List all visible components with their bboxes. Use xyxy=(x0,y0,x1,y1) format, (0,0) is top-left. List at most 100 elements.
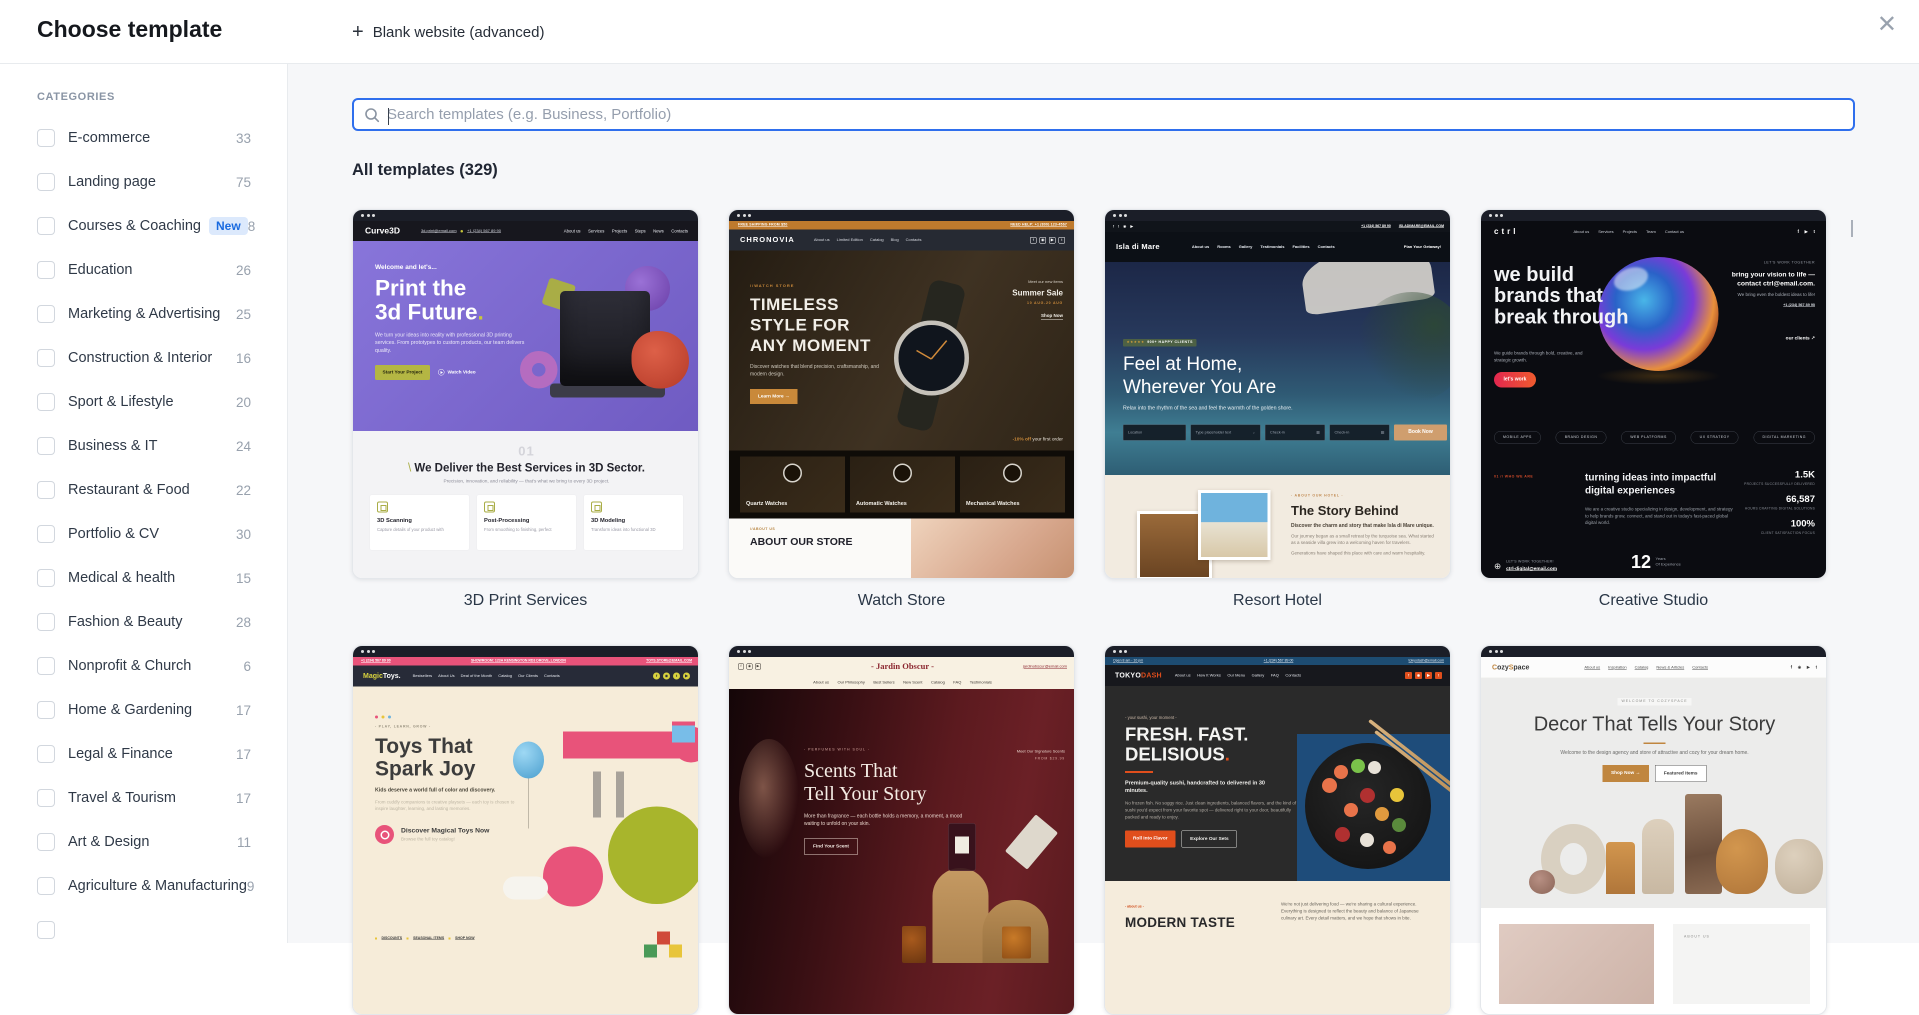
category-ecommerce[interactable]: E-commerce 33 xyxy=(0,116,287,160)
checkbox[interactable] xyxy=(37,525,55,543)
category-art-design[interactable]: Art & Design 11 xyxy=(0,820,287,864)
vases-illustration xyxy=(1481,794,1826,908)
template-preview: +1 (234) 567 89 90 SHOWROOM: 123A KENSING… xyxy=(353,657,698,1014)
sushi-photo xyxy=(1297,718,1450,881)
template-thumbnail[interactable]: f ◉ ▶ - Jardin Obscur - jardinobscur@email… xyxy=(728,645,1075,1015)
template-card-decor-store[interactable]: CozySpace About us Inspiration Catalog News… xyxy=(1480,645,1827,1015)
portrait-illustration xyxy=(739,739,799,859)
template-thumbnail[interactable]: CozySpace About us Inspiration Catalog News… xyxy=(1480,645,1827,1015)
category-home-gardening[interactable]: Home & Gardening 17 xyxy=(0,688,287,732)
category-agriculture-manufacturing[interactable]: Agriculture & Manufacturing 9 xyxy=(0,864,287,908)
templates-panel: All templates (329) Curve3D 3d.print@ema… xyxy=(288,64,1919,1015)
category-medical-health[interactable]: Medical & health 15 xyxy=(0,556,287,600)
checkbox[interactable] xyxy=(37,129,55,147)
categories-heading: CATEGORIES xyxy=(37,91,115,103)
template-card-perfume-store[interactable]: f ◉ ▶ - Jardin Obscur - jardinobscur@email… xyxy=(728,645,1075,1015)
category-marketing-advertising[interactable]: Marketing & Advertising 25 xyxy=(0,292,287,336)
category-restaurant-food[interactable]: Restaurant & Food 22 xyxy=(0,468,287,512)
template-card-watch-store[interactable]: FREE SHIPPING FROM $50 NEED HELP: +1 (800… xyxy=(728,209,1075,645)
about-photo xyxy=(911,518,1074,578)
category-business-it[interactable]: Business & IT 24 xyxy=(0,424,287,468)
checkbox[interactable] xyxy=(37,877,55,895)
categories-list: E-commerce 33 Landing page 75 Courses & Co… xyxy=(0,116,287,952)
category-partial-row[interactable] xyxy=(0,908,287,952)
all-templates-heading: All templates (329) xyxy=(352,161,498,179)
checkbox[interactable] xyxy=(37,613,55,631)
browser-chrome xyxy=(1481,210,1826,221)
checkbox[interactable] xyxy=(37,745,55,763)
category-sport-lifestyle[interactable]: Sport & Lifestyle 20 xyxy=(0,380,287,424)
browser-chrome xyxy=(729,646,1074,657)
watch-illustration xyxy=(894,320,969,396)
checkbox[interactable] xyxy=(37,833,55,851)
category-education[interactable]: Education 26 xyxy=(0,248,287,292)
about-panel: ABOUT US xyxy=(1673,924,1810,1004)
category-landing-page[interactable]: Landing page 75 xyxy=(0,160,287,204)
page-title: Choose template xyxy=(37,16,223,42)
template-thumbnail[interactable]: +1 (234) 567 89 90 SHOWROOM: 123A KENSING… xyxy=(352,645,699,1015)
checkbox[interactable] xyxy=(37,569,55,587)
category-travel-tourism[interactable]: Travel & Tourism 17 xyxy=(0,776,287,820)
template-thumbnail[interactable]: ctrl About us Services Projects Team Contact… xyxy=(1480,209,1827,579)
template-preview: f t ◉ ▶ +1 (234) 567 89 90 ISLADIMARE@EMAIL.… xyxy=(1105,221,1450,578)
template-name: Resort Hotel xyxy=(1233,592,1322,609)
search-input[interactable] xyxy=(387,106,1843,123)
template-card-sushi-delivery[interactable]: Open 8 am - 10 pm +1 (234) 567 89 00 tok… xyxy=(1104,645,1451,1015)
template-thumbnail[interactable]: Open 8 am - 10 pm +1 (234) 567 89 00 tok… xyxy=(1104,645,1451,1015)
toys-illustration xyxy=(503,712,698,1012)
social-icons: f ◉ ▶ t xyxy=(1030,236,1065,244)
close-icon[interactable]: ✕ xyxy=(1877,13,1897,37)
checkbox[interactable] xyxy=(37,481,55,499)
checkbox[interactable] xyxy=(37,217,55,235)
template-card-creative-studio[interactable]: ctrl About us Services Projects Team Contact… xyxy=(1480,209,1827,645)
template-thumbnail[interactable]: FREE SHIPPING FROM $50 NEED HELP: +1 (800… xyxy=(728,209,1075,579)
category-nonprofit-church[interactable]: Nonprofit & Church 6 xyxy=(0,644,287,688)
globe-icon: ⊕ xyxy=(1494,561,1502,571)
category-legal-finance[interactable]: Legal & Finance 17 xyxy=(0,732,287,776)
browser-chrome xyxy=(1105,210,1450,221)
category-fashion-beauty[interactable]: Fashion & Beauty 28 xyxy=(0,600,287,644)
browser-chrome xyxy=(353,210,698,221)
template-preview: CozySpace About us Inspiration Catalog News… xyxy=(1481,657,1826,1014)
template-name: Creative Studio xyxy=(1598,592,1709,609)
toy-icon xyxy=(375,824,394,844)
checkbox[interactable] xyxy=(37,173,55,191)
browser-chrome xyxy=(729,210,1074,221)
plus-icon: + xyxy=(352,21,364,43)
template-thumbnail[interactable]: Curve3D 3d.print@email.com +1 (234) 567 8… xyxy=(352,209,699,579)
template-preview: FREE SHIPPING FROM $50 NEED HELP: +1 (800… xyxy=(729,221,1074,578)
template-preview: Curve3D 3d.print@email.com +1 (234) 567 8… xyxy=(353,221,698,578)
checkbox[interactable] xyxy=(37,921,55,939)
checkbox[interactable] xyxy=(37,437,55,455)
template-grid: Curve3D 3d.print@email.com +1 (234) 567 8… xyxy=(352,209,1855,1015)
checkbox[interactable] xyxy=(37,789,55,807)
template-card-3d-print-services[interactable]: Curve3D 3d.print@email.com +1 (234) 567 8… xyxy=(352,209,699,645)
search-box[interactable] xyxy=(352,98,1855,131)
category-portfolio-cv[interactable]: Portfolio & CV 30 xyxy=(0,512,287,556)
dialog-header: Choose template + Blank website (advance… xyxy=(0,0,1919,64)
checkbox[interactable] xyxy=(37,393,55,411)
scrollbar-thumb[interactable] xyxy=(1851,220,1853,237)
template-card-toy-store[interactable]: +1 (234) 567 89 90 SHOWROOM: 123A KENSING… xyxy=(352,645,699,1015)
template-card-resort-hotel[interactable]: f t ◉ ▶ +1 (234) 567 89 90 ISLADIMARE@EMAIL.… xyxy=(1104,209,1451,645)
template-thumbnail[interactable]: f t ◉ ▶ +1 (234) 567 89 90 ISLADIMARE@EMAIL.… xyxy=(1104,209,1451,579)
text-caret xyxy=(388,108,389,125)
hotel-photo xyxy=(1198,490,1271,560)
browser-chrome xyxy=(353,646,698,657)
new-badge: New xyxy=(209,217,248,235)
template-preview: Open 8 am - 10 pm +1 (234) 567 89 00 tok… xyxy=(1105,657,1450,1014)
decor-photo xyxy=(1499,924,1654,1004)
blank-website-button[interactable]: + Blank website (advanced) xyxy=(352,0,544,64)
checkbox[interactable] xyxy=(37,701,55,719)
checkbox[interactable] xyxy=(37,305,55,323)
printer-illustration xyxy=(520,266,689,406)
checkbox[interactable] xyxy=(37,349,55,367)
category-courses-coaching[interactable]: Courses & Coaching New 8 xyxy=(0,204,287,248)
browser-chrome xyxy=(1481,646,1826,657)
category-construction-interior[interactable]: Construction & Interior 16 xyxy=(0,336,287,380)
search-icon xyxy=(365,107,380,122)
checkbox[interactable] xyxy=(37,261,55,279)
browser-chrome xyxy=(1105,646,1450,657)
checkbox[interactable] xyxy=(37,657,55,675)
template-preview: ctrl About us Services Projects Team Contact… xyxy=(1481,221,1826,578)
